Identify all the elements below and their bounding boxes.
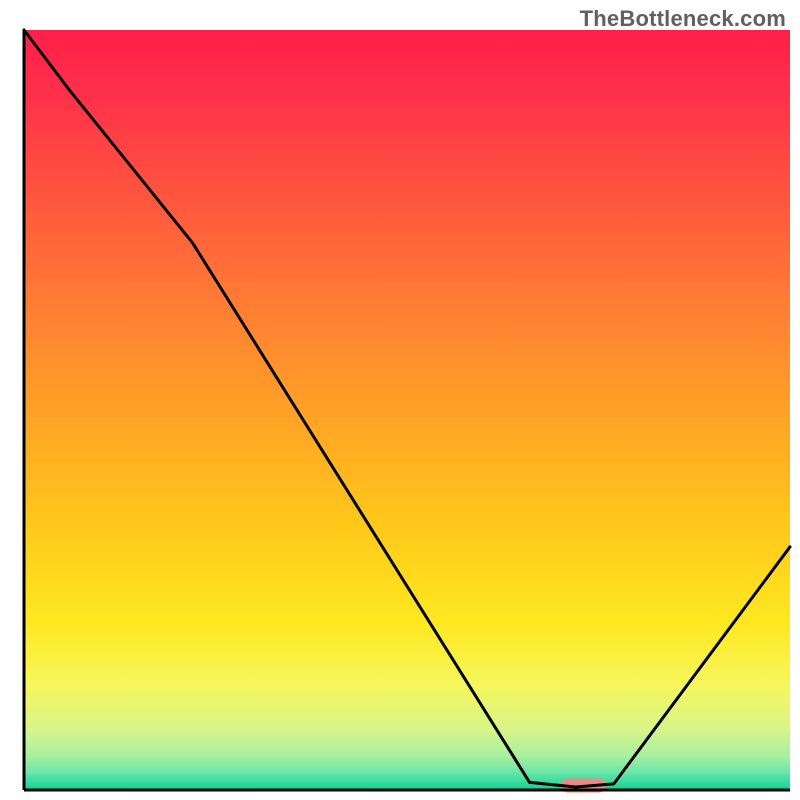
plot-background	[24, 30, 790, 790]
watermark-text: TheBottleneck.com	[580, 6, 786, 32]
bottleneck-chart	[0, 0, 800, 800]
